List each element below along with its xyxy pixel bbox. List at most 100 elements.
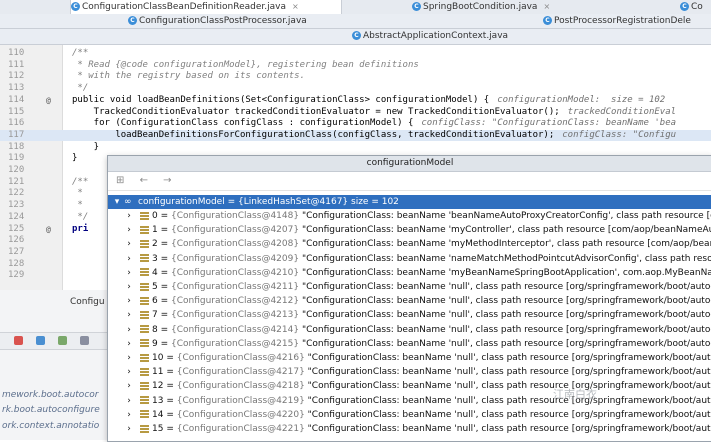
- field-icon: [140, 339, 149, 348]
- tree-row[interactable]: › 13 = {ConfigurationClass@4219} "Configu…: [108, 394, 711, 408]
- tree-row[interactable]: › 3 = {ConfigurationClass@4209} "Configur…: [108, 252, 711, 266]
- tree-row-content: 1 = {ConfigurationClass@4207} "Configura…: [140, 223, 711, 237]
- tree-row[interactable]: › 14 = {ConfigurationClass@4220} "Configu…: [108, 408, 711, 422]
- tree-row[interactable]: › 8 = {ConfigurationClass@4214} "Configur…: [108, 323, 711, 337]
- expand-arrow-icon[interactable]: ›: [124, 337, 134, 351]
- expand-arrow-icon[interactable]: ›: [124, 323, 134, 337]
- editor-tab-row-1: C ConfigurationClassBeanDefinitionReader.…: [0, 0, 711, 15]
- console-line: rk.boot.autoconfigure: [2, 405, 100, 415]
- expand-arrow-icon[interactable]: ›: [124, 237, 134, 251]
- expand-arrow-icon[interactable]: ›: [124, 280, 134, 294]
- expand-arrow-icon[interactable]: ›: [124, 365, 134, 379]
- tree-row[interactable]: › 10 = {ConfigurationClass@4216} "Configu…: [108, 351, 711, 365]
- tree-row[interactable]: › 6 = {ConfigurationClass@4212} "Configur…: [108, 294, 711, 308]
- expand-icon[interactable]: ⊞: [116, 175, 124, 186]
- code-line[interactable]: 111 * Read {@code configurationModel}, r…: [0, 60, 711, 71]
- tree-row[interactable]: › 11 = {ConfigurationClass@4217} "Configu…: [108, 365, 711, 379]
- tree-row-index: 0: [152, 211, 158, 221]
- expand-arrow-icon[interactable]: ›: [124, 252, 134, 266]
- tab-configurationclassbeandefinitionreader[interactable]: C ConfigurationClassBeanDefinitionReader.…: [70, 0, 342, 14]
- code-content: * with the registry based on its content…: [72, 71, 305, 82]
- field-icon: [140, 424, 149, 433]
- field-icon: [140, 410, 149, 419]
- line-number: 123: [8, 200, 25, 211]
- line-number: 119: [8, 153, 25, 164]
- debug-toolbar: [0, 332, 107, 350]
- watermark: 江南白衣: [553, 388, 597, 401]
- tree-row-value: "ConfigurationClass: beanName 'myMethodI…: [301, 239, 711, 250]
- collapse-arrow-icon[interactable]: ▾: [112, 195, 122, 209]
- close-tab-icon[interactable]: ×: [292, 2, 299, 11]
- tree-row-index: 6: [152, 296, 158, 307]
- override-marker-icon[interactable]: @: [46, 224, 51, 235]
- tree-row[interactable]: › 0 = {ConfigurationClass@4148} "Configur…: [108, 209, 711, 223]
- stop-icon[interactable]: [14, 336, 23, 345]
- code-line[interactable]: 112 * with the registry based on its con…: [0, 71, 711, 82]
- tree-row-content: 11 = {ConfigurationClass@4217} "Configur…: [140, 365, 711, 379]
- code-text: */: [72, 212, 88, 223]
- tree-root-row[interactable]: ▾ ∞ configurationModel = {LinkedHashSet@41…: [108, 195, 711, 209]
- expand-arrow-icon[interactable]: ›: [124, 422, 134, 436]
- code-line[interactable]: 118 }: [0, 142, 711, 153]
- close-tab-icon[interactable]: ×: [543, 2, 550, 11]
- tree-row-value: "ConfigurationClass: beanName 'null', cl…: [301, 296, 711, 307]
- code-line[interactable]: 110 /**: [0, 48, 711, 59]
- step-into-icon[interactable]: [58, 336, 67, 345]
- tree-row-ref: {ConfigurationClass@4208}: [171, 239, 300, 250]
- tree-row-ref: {ConfigurationClass@4217}: [176, 367, 305, 378]
- code-line[interactable]: 115 TrackedConditionEvaluator trackedCon…: [0, 107, 711, 118]
- code-line[interactable]: 113 */: [0, 83, 711, 94]
- field-icon: [140, 239, 149, 248]
- step-over-icon[interactable]: [36, 336, 45, 345]
- tree-row-content: 15 = {ConfigurationClass@4221} "Configur…: [140, 422, 711, 436]
- tree-row-content: 10 = {ConfigurationClass@4216} "Configur…: [140, 351, 711, 365]
- tree-row-index: 13: [152, 395, 164, 406]
- tree-row[interactable]: › 1 = {ConfigurationClass@4207} "Configur…: [108, 223, 711, 237]
- expand-arrow-icon[interactable]: ›: [124, 308, 134, 322]
- tree-row[interactable]: › 12 = {ConfigurationClass@4218} "Configu…: [108, 379, 711, 393]
- tab-configurationclasspostprocessor[interactable]: C ConfigurationClassPostProcessor.java: [128, 14, 368, 28]
- tree-root-label: configurationModel = {LinkedHashSet@4167…: [138, 197, 399, 207]
- field-icon: [140, 396, 149, 405]
- code-content: * Read {@code configurationModel}, regis…: [72, 59, 419, 70]
- expand-arrow-icon[interactable]: ›: [124, 394, 134, 408]
- expand-arrow-icon[interactable]: ›: [124, 379, 134, 393]
- tree-row-content: 14 = {ConfigurationClass@4220} "Configur…: [140, 408, 711, 422]
- expand-arrow-icon[interactable]: ›: [124, 223, 134, 237]
- expand-arrow-icon[interactable]: ›: [124, 266, 134, 280]
- tree-row-value: "ConfigurationClass: beanName 'null', cl…: [307, 367, 711, 378]
- debug-panel-title[interactable]: Configu: [70, 297, 105, 307]
- expand-arrow-icon[interactable]: ›: [124, 209, 134, 223]
- code-line[interactable]: 116 for (ConfigurationClass configClass …: [0, 118, 711, 129]
- tree-row-index: 14: [152, 409, 164, 420]
- code-content: pri: [72, 223, 89, 234]
- tree-row[interactable]: › 5 = {ConfigurationClass@4211} "Configur…: [108, 280, 711, 294]
- tree-row[interactable]: › 4 = {ConfigurationClass@4210} "Configur…: [108, 266, 711, 280]
- mute-breakpoints-icon[interactable]: [80, 336, 89, 345]
- expand-arrow-icon[interactable]: ›: [124, 294, 134, 308]
- tab-abstractapplicationcontext[interactable]: C AbstractApplicationContext.java: [352, 29, 522, 43]
- tree-row[interactable]: › 2 = {ConfigurationClass@4208} "Configur…: [108, 237, 711, 251]
- variable-inspector-popup[interactable]: configurationModel ⊞ ← → ▾ ∞ configuration…: [107, 155, 711, 442]
- line-number: 128: [8, 258, 25, 269]
- line-number: 111: [8, 59, 25, 70]
- tree-row[interactable]: › 7 = {ConfigurationClass@4213} "Configur…: [108, 308, 711, 322]
- back-icon[interactable]: ←: [140, 175, 148, 186]
- tree-row-value: "ConfigurationClass: beanName 'nameMatch…: [301, 253, 711, 264]
- tab-springbootcondition[interactable]: C SpringBootCondition.java ×: [412, 0, 642, 14]
- code-line[interactable]: 114 @ public void loadBeanDefinitions(Set<…: [0, 95, 711, 106]
- tree-row[interactable]: › 9 = {ConfigurationClass@4215} "Configur…: [108, 337, 711, 351]
- tree-row-content: 6 = {ConfigurationClass@4212} "Configura…: [140, 294, 711, 308]
- tab-postprocessorregistrationdelegate[interactable]: C PostProcessorRegistrationDele: [543, 14, 711, 28]
- override-marker-icon[interactable]: @: [46, 95, 51, 106]
- console-line: mework.boot.autocor: [2, 390, 99, 400]
- field-icon: [140, 353, 149, 362]
- tab-overflow[interactable]: C Co: [680, 0, 711, 14]
- forward-icon[interactable]: →: [163, 175, 171, 186]
- line-number: 118: [8, 141, 25, 152]
- expand-arrow-icon[interactable]: ›: [124, 408, 134, 422]
- expand-arrow-icon[interactable]: ›: [124, 351, 134, 365]
- code-line[interactable]: 117 loadBeanDefinitionsForConfigurationC…: [0, 129, 711, 141]
- tree-row[interactable]: › 15 = {ConfigurationClass@4221} "Configu…: [108, 422, 711, 436]
- tree-row-ref: {ConfigurationClass@4207}: [171, 225, 300, 236]
